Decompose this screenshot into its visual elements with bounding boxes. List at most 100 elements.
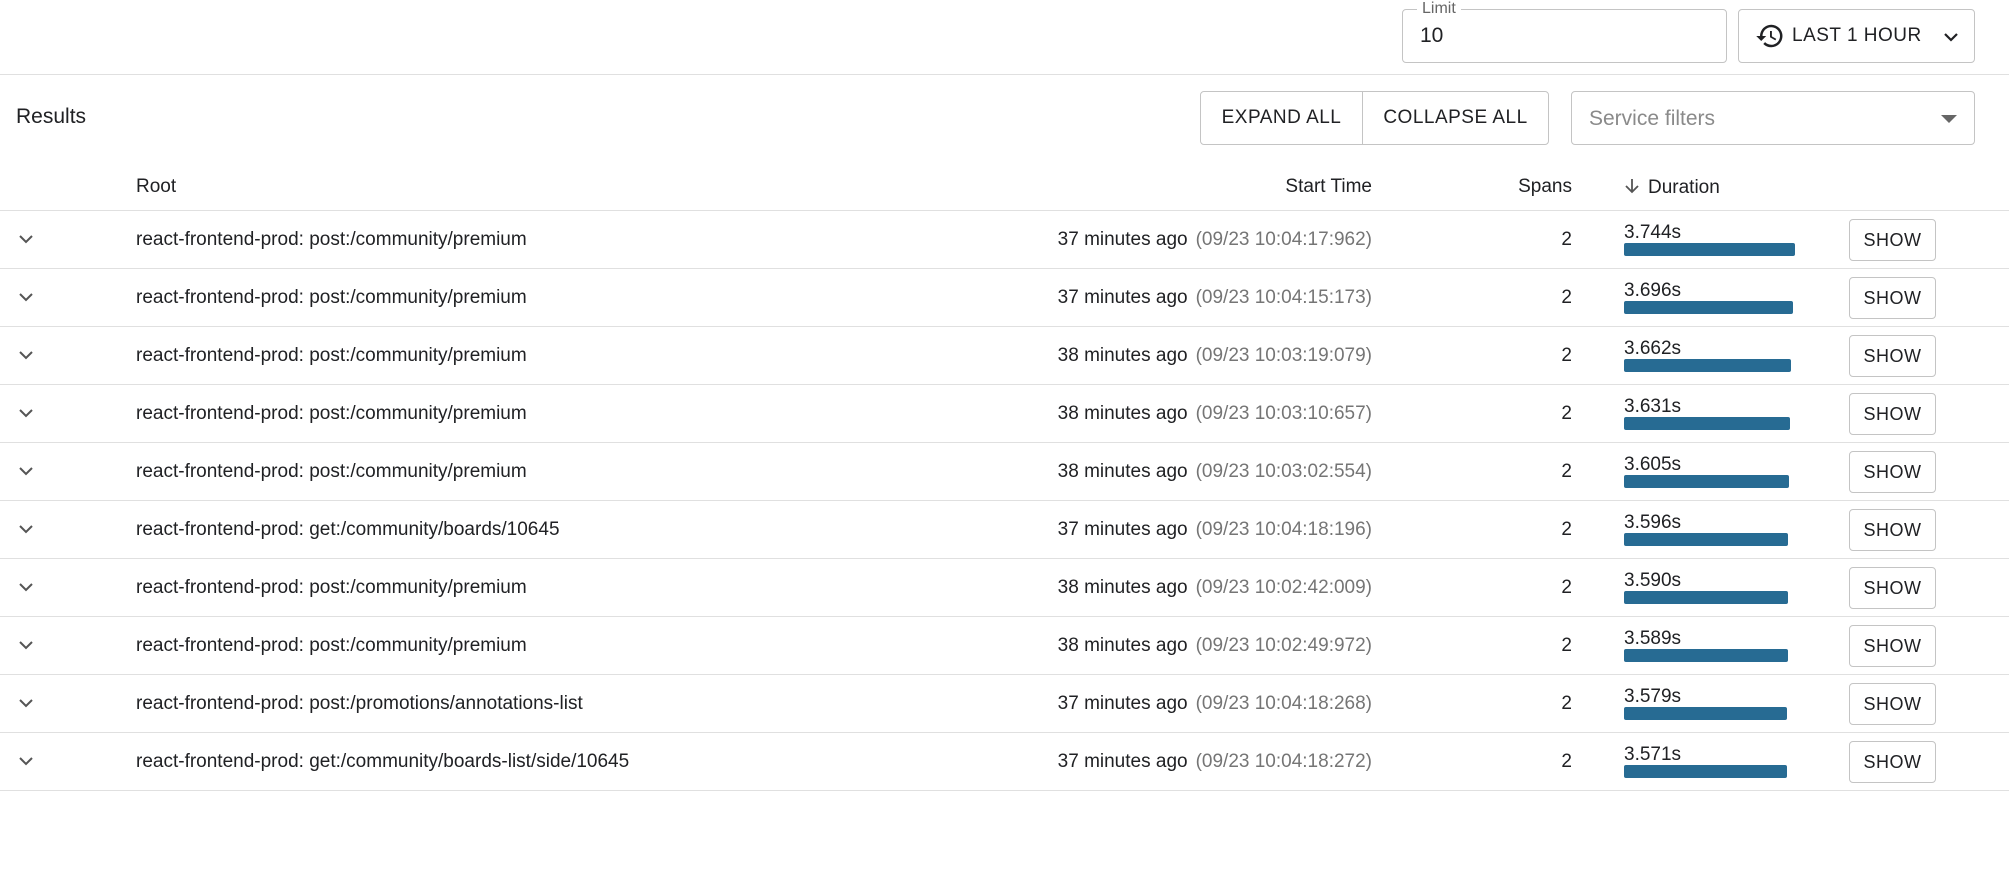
- arrow-down-icon: [1625, 179, 1639, 194]
- show-button[interactable]: SHOW: [1849, 567, 1936, 609]
- chevron-down-icon[interactable]: [16, 406, 36, 420]
- chevron-down-icon[interactable]: [16, 348, 36, 362]
- table-row[interactable]: react-frontend-prod: post:/community/pre…: [0, 443, 2009, 501]
- chevron-down-icon[interactable]: [16, 522, 36, 536]
- show-button[interactable]: SHOW: [1849, 509, 1936, 551]
- show-button[interactable]: SHOW: [1849, 335, 1936, 377]
- show-button[interactable]: SHOW: [1849, 741, 1936, 783]
- trace-root: react-frontend-prod: post:/community/pre…: [136, 345, 527, 366]
- start-time-relative: 37 minutes ago: [1057, 287, 1188, 308]
- trace-start-time: 38 minutes ago (09/23 10:02:49:972): [1058, 635, 1372, 657]
- collapse-all-button[interactable]: COLLAPSE ALL: [1363, 92, 1548, 144]
- column-header-spans[interactable]: Spans: [1518, 176, 1572, 198]
- results-title: Results: [16, 105, 87, 128]
- chevron-down-icon[interactable]: [16, 290, 36, 304]
- service-filters-placeholder: Service filters: [1589, 107, 1716, 130]
- trace-duration: 3.662s: [1624, 338, 1682, 359]
- start-time-absolute: (09/23 10:04:18:272): [1195, 751, 1372, 772]
- show-button[interactable]: SHOW: [1849, 277, 1936, 319]
- table-row[interactable]: react-frontend-prod: post:/community/pre…: [0, 617, 2009, 675]
- duration-bar: [1624, 591, 1788, 604]
- show-button[interactable]: SHOW: [1849, 451, 1936, 493]
- duration-bar: [1624, 359, 1791, 372]
- trace-duration: 3.590s: [1624, 570, 1682, 591]
- trace-spans: 2: [1561, 345, 1572, 366]
- show-button[interactable]: SHOW: [1849, 625, 1936, 667]
- limit-input[interactable]: 10: [1420, 24, 1443, 48]
- trace-start-time: 37 minutes ago (09/23 10:04:18:268): [1058, 693, 1372, 715]
- caret-down-icon: [1941, 115, 1957, 123]
- duration-bar: [1624, 417, 1790, 430]
- start-time-absolute: (09/23 10:04:17:962): [1195, 229, 1372, 250]
- column-header-start-time[interactable]: Start Time: [1285, 176, 1372, 198]
- start-time-absolute: (09/23 10:03:02:554): [1195, 461, 1372, 482]
- trace-root: react-frontend-prod: post:/community/pre…: [136, 229, 527, 250]
- table-row[interactable]: react-frontend-prod: post:/community/pre…: [0, 385, 2009, 443]
- results-header: Results EXPAND ALL COLLAPSE ALL Service …: [0, 75, 2009, 163]
- trace-spans: 2: [1561, 287, 1572, 308]
- service-filters-select[interactable]: Service filters: [1571, 91, 1975, 145]
- start-time-relative: 38 minutes ago: [1057, 635, 1188, 656]
- time-range-button[interactable]: LAST 1 HOUR: [1738, 9, 1975, 63]
- table-row[interactable]: react-frontend-prod: post:/community/pre…: [0, 211, 2009, 269]
- column-header-duration[interactable]: Duration: [1622, 176, 1720, 199]
- trace-duration: 3.605s: [1624, 454, 1682, 475]
- trace-root: react-frontend-prod: post:/community/pre…: [136, 403, 527, 424]
- show-button[interactable]: SHOW: [1849, 393, 1936, 435]
- history-icon: [1756, 24, 1783, 48]
- trace-start-time: 38 minutes ago (09/23 10:03:02:554): [1058, 461, 1372, 483]
- chevron-down-icon[interactable]: [16, 638, 36, 652]
- trace-start-time: 38 minutes ago (09/23 10:03:19:079): [1058, 345, 1372, 367]
- trace-start-time: 37 minutes ago (09/23 10:04:17:962): [1058, 229, 1372, 251]
- start-time-absolute: (09/23 10:04:18:268): [1195, 693, 1372, 714]
- chevron-down-icon[interactable]: [16, 754, 36, 768]
- show-button[interactable]: SHOW: [1849, 219, 1936, 261]
- duration-bar: [1624, 765, 1787, 778]
- chevron-down-icon: [1944, 33, 1958, 42]
- show-button[interactable]: SHOW: [1849, 683, 1936, 725]
- start-time-relative: 38 minutes ago: [1057, 577, 1188, 598]
- trace-root: react-frontend-prod: post:/community/pre…: [136, 635, 527, 656]
- start-time-absolute: (09/23 10:04:15:173): [1195, 287, 1372, 308]
- start-time-absolute: (09/23 10:02:49:972): [1195, 635, 1372, 656]
- trace-duration: 3.571s: [1624, 744, 1682, 765]
- trace-duration: 3.744s: [1624, 222, 1682, 243]
- expand-collapse-group: EXPAND ALL COLLAPSE ALL: [1200, 91, 1549, 145]
- duration-bar: [1624, 707, 1787, 720]
- start-time-absolute: (09/23 10:02:42:009): [1195, 577, 1372, 598]
- chevron-down-icon[interactable]: [16, 696, 36, 710]
- time-range-label: LAST 1 HOUR: [1792, 25, 1922, 46]
- trace-root: react-frontend-prod: post:/community/pre…: [136, 461, 527, 482]
- table-row[interactable]: react-frontend-prod: post:/community/pre…: [0, 269, 2009, 327]
- start-time-relative: 37 minutes ago: [1057, 693, 1188, 714]
- trace-root: react-frontend-prod: get:/community/boar…: [136, 751, 630, 772]
- trace-spans: 2: [1561, 635, 1572, 656]
- duration-bar: [1624, 533, 1788, 546]
- limit-label: Limit: [1417, 0, 1461, 18]
- trace-root: react-frontend-prod: post:/community/pre…: [136, 577, 527, 598]
- expand-all-button[interactable]: EXPAND ALL: [1201, 92, 1363, 144]
- trace-table-body: react-frontend-prod: post:/community/pre…: [0, 211, 2009, 791]
- duration-bar: [1624, 243, 1795, 256]
- chevron-down-icon[interactable]: [16, 580, 36, 594]
- trace-spans: 2: [1561, 403, 1572, 424]
- trace-start-time: 38 minutes ago (09/23 10:02:42:009): [1058, 577, 1372, 599]
- limit-field[interactable]: Limit 10: [1402, 0, 1727, 63]
- table-row[interactable]: react-frontend-prod: get:/community/boar…: [0, 733, 2009, 791]
- table-row[interactable]: react-frontend-prod: post:/promotions/an…: [0, 675, 2009, 733]
- trace-root: react-frontend-prod: get:/community/boar…: [136, 519, 560, 540]
- start-time-relative: 37 minutes ago: [1057, 229, 1188, 250]
- duration-bar: [1624, 475, 1789, 488]
- table-row[interactable]: react-frontend-prod: post:/community/pre…: [0, 327, 2009, 385]
- column-header-root[interactable]: Root: [136, 176, 176, 198]
- start-time-absolute: (09/23 10:03:10:657): [1195, 403, 1372, 424]
- table-row[interactable]: react-frontend-prod: get:/community/boar…: [0, 501, 2009, 559]
- trace-root: react-frontend-prod: post:/community/pre…: [136, 287, 527, 308]
- duration-bar: [1624, 301, 1793, 314]
- chevron-down-icon[interactable]: [16, 232, 36, 246]
- table-row[interactable]: react-frontend-prod: post:/community/pre…: [0, 559, 2009, 617]
- trace-duration: 3.596s: [1624, 512, 1682, 533]
- trace-start-time: 37 minutes ago (09/23 10:04:18:196): [1058, 519, 1372, 541]
- trace-start-time: 37 minutes ago (09/23 10:04:15:173): [1058, 287, 1372, 309]
- chevron-down-icon[interactable]: [16, 464, 36, 478]
